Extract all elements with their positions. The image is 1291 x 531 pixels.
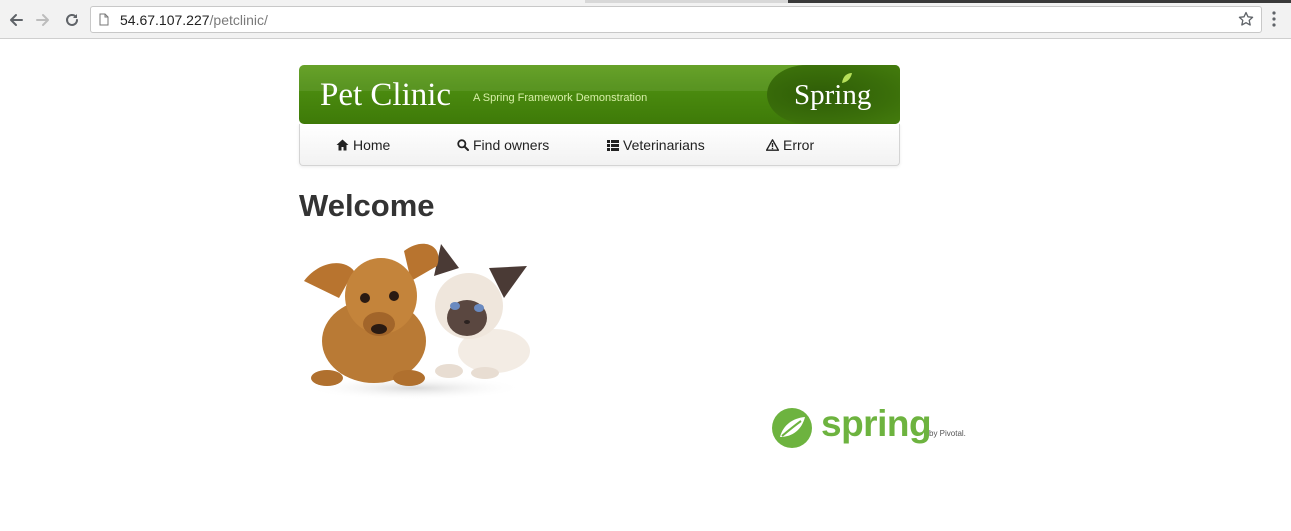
- reload-icon: [66, 13, 78, 26]
- nav-home-label: Home: [353, 137, 391, 153]
- star-icon[interactable]: [1238, 11, 1254, 27]
- leaf-icon: [842, 73, 852, 83]
- arrow-left-icon: [10, 14, 23, 26]
- warning-icon: [766, 139, 779, 151]
- nav-veterinarians-label: Veterinarians: [623, 137, 705, 153]
- pivotal-byline: by Pivotal.: [929, 429, 966, 438]
- pets-image: [304, 243, 530, 400]
- forward-button[interactable]: [30, 6, 56, 34]
- home-icon: [336, 139, 349, 151]
- page-icon: [99, 13, 109, 26]
- site-subtitle: A Spring Framework Demonstration: [473, 92, 648, 104]
- kebab-menu-icon[interactable]: [1272, 11, 1276, 27]
- kitten-figure: [434, 244, 530, 379]
- url-path: /petclinic/: [209, 12, 268, 28]
- nav-veterinarians[interactable]: Veterinarians: [607, 136, 705, 154]
- search-icon: [457, 139, 469, 151]
- spring-brand-text: Spring: [794, 79, 872, 111]
- main-nav: Home Find owners Veterinarians Error: [299, 124, 900, 166]
- spring-wordmark: spring: [821, 403, 932, 444]
- spring-brand-panel: Spring: [767, 65, 900, 124]
- page-title: Welcome: [299, 188, 435, 223]
- spring-leaf-icon: [772, 408, 812, 448]
- list-icon: [607, 139, 619, 151]
- url-host: 54.67.107.227: [120, 12, 210, 28]
- arrow-right-icon: [36, 14, 49, 26]
- nav-error-label: Error: [783, 137, 815, 153]
- puppy-figure: [304, 243, 439, 386]
- nav-find-owners-label: Find owners: [473, 137, 550, 153]
- url-text[interactable]: 54.67.107.227/petclinic/: [120, 11, 268, 29]
- nav-home[interactable]: Home: [336, 136, 390, 154]
- nav-find-owners[interactable]: Find owners: [457, 136, 549, 154]
- back-button[interactable]: [3, 6, 29, 34]
- header-banner: Pet Clinic A Spring Framework Demonstrat…: [299, 65, 900, 124]
- browser-toolbar: 54.67.107.227/petclinic/: [0, 3, 1291, 39]
- nav-error[interactable]: Error: [766, 136, 814, 154]
- address-bar[interactable]: 54.67.107.227/petclinic/: [90, 6, 1262, 33]
- site-title: Pet Clinic: [320, 77, 452, 113]
- reload-button[interactable]: [59, 6, 85, 34]
- spring-by-pivotal-logo: spring by Pivotal.: [771, 403, 971, 451]
